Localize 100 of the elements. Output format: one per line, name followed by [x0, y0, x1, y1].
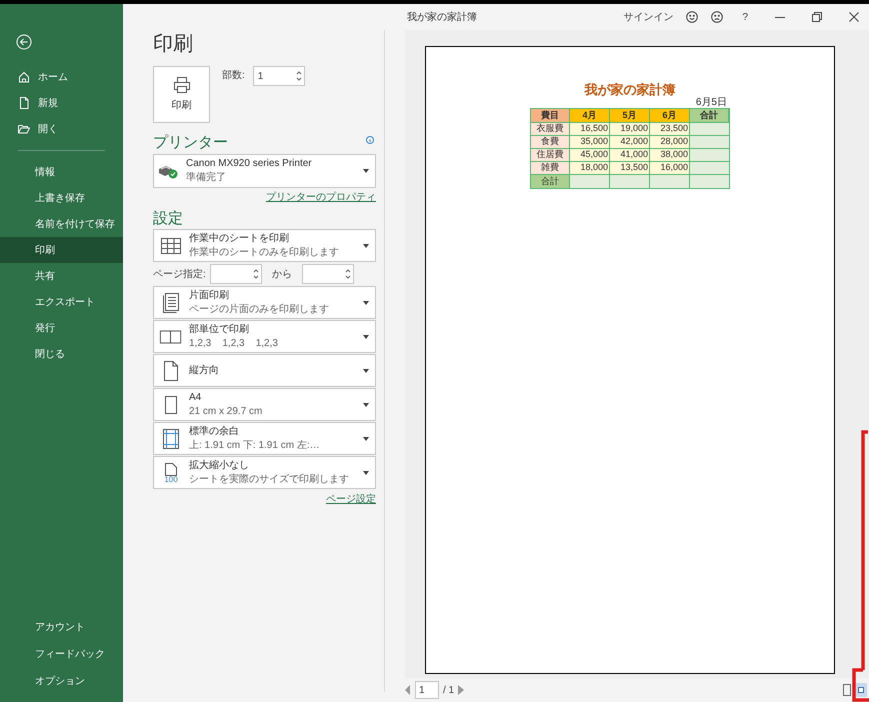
sidebar-item[interactable]: 名前を付けて保存 — [0, 211, 123, 237]
info-icon[interactable] — [366, 136, 374, 144]
printer-icon — [172, 76, 190, 94]
home-icon — [18, 71, 30, 83]
option-title: 部単位で印刷 — [189, 322, 250, 336]
page-range-label: ページ指定: — [153, 268, 206, 282]
table-cell: 13,500 — [610, 162, 650, 175]
dropdown-caret-icon — [363, 300, 369, 304]
page-icon — [163, 360, 179, 382]
spinner-arrows-icon — [344, 268, 351, 280]
previous-page-icon[interactable] — [405, 685, 411, 695]
smiley-icon[interactable] — [686, 11, 698, 23]
table-cell: 16,000 — [650, 162, 690, 175]
settings-dropdown[interactable]: 縦方向 — [153, 354, 376, 387]
dropdown-caret-icon — [363, 169, 369, 173]
folder-icon — [18, 123, 30, 135]
table-cell: 16,500 — [570, 123, 610, 136]
table-cell: 衣服費 — [531, 123, 570, 136]
table-cell: 45,000 — [570, 149, 610, 162]
sidebar-item[interactable]: 上書き保存 — [0, 185, 123, 211]
column-header: 費目 — [531, 109, 570, 123]
next-page-icon[interactable] — [458, 685, 464, 695]
table-cell: 食費 — [531, 136, 570, 149]
sidebar-item[interactable]: 新規 — [0, 90, 123, 116]
printer-properties-link[interactable]: プリンターのプロパティ — [266, 190, 376, 205]
settings-dropdown[interactable]: 部単位で印刷 1,2,3 1,2,3 1,2,3 — [153, 320, 376, 353]
show-margins-icon[interactable] — [843, 684, 851, 696]
settings-dropdown[interactable]: 作業中のシートを印刷 作業中のシートのみを印刷します — [153, 229, 376, 262]
printer-name: Canon MX920 series Printer — [186, 157, 313, 171]
table-cell: 23,500 — [650, 123, 690, 136]
margins-icon — [162, 428, 180, 450]
page-icon — [164, 394, 178, 414]
sidebar-item[interactable]: オプション — [0, 668, 123, 694]
option-description: シートを実際のサイズで印刷します — [189, 472, 350, 486]
table-cell: 38,000 — [650, 149, 690, 162]
sidebar-item[interactable]: ホーム — [0, 64, 123, 90]
close-icon[interactable] — [849, 12, 859, 22]
column-header: 6月 — [650, 109, 690, 123]
sidebar-item[interactable]: 印刷 — [0, 237, 123, 263]
table-cell: 41,000 — [610, 149, 650, 162]
settings-dropdown[interactable]: 標準の余白 上: 1.91 cm 下: 1.91 cm 左:… — [153, 422, 376, 455]
sidebar-item[interactable]: アカウント — [0, 614, 123, 640]
option-title: 標準の余白 — [189, 424, 240, 438]
page-to-field[interactable] — [302, 264, 354, 284]
table-cell: 35,000 — [570, 136, 610, 149]
spinner-arrows-icon — [252, 268, 259, 280]
option-description: 21 cm x 29.7 cm — [189, 404, 264, 418]
table-cell: 19,000 — [610, 123, 650, 136]
frown-icon[interactable] — [711, 11, 724, 23]
printer-heading: プリンター — [153, 135, 228, 150]
page-count: / 1 — [443, 684, 454, 698]
sheet-title: 我が家の家計簿 — [584, 83, 676, 96]
settings-dropdown[interactable]: A4 21 cm x 29.7 cm — [153, 388, 376, 421]
sidebar-item[interactable]: 情報 — [0, 159, 123, 185]
copies-field[interactable]: 1 — [252, 66, 305, 86]
table-cell: 28,000 — [650, 136, 690, 149]
option-title: A4 — [189, 390, 202, 404]
printer-status: 準備完了 — [186, 171, 227, 185]
dropdown-caret-icon — [363, 368, 369, 372]
dropdown-caret-icon — [363, 244, 369, 248]
zoom-page-icon — [857, 685, 865, 695]
sign-in-link[interactable]: サインイン — [623, 10, 674, 24]
two-pages-icon — [159, 328, 183, 344]
sidebar-item[interactable]: フィードバック — [0, 641, 123, 667]
option-title: 拡大縮小なし — [189, 458, 250, 472]
option-description: 作業中のシートのみを印刷します — [189, 246, 340, 260]
page-setup-link[interactable]: ページ設定 — [326, 492, 376, 507]
column-header: 4月 — [570, 109, 610, 123]
printer-ready-icon — [158, 163, 178, 179]
settings-heading: 設定 — [153, 211, 184, 226]
document-icon — [18, 97, 30, 109]
dropdown-caret-icon — [363, 436, 369, 440]
restore-icon[interactable] — [812, 12, 822, 22]
dropdown-caret-icon — [363, 334, 369, 338]
printer-dropdown[interactable]: Canon MX920 series Printer 準備完了 — [153, 154, 376, 188]
page-heading: 印刷 — [153, 34, 194, 54]
sidebar-item[interactable]: 閉じる — [0, 341, 123, 367]
table-cell — [690, 175, 729, 188]
table-cell: 18,000 — [570, 162, 610, 175]
grid-icon — [160, 236, 182, 254]
table-cell: 住居費 — [531, 149, 570, 162]
print-button[interactable]: 印刷 — [153, 66, 210, 123]
table-cell: 雑費 — [531, 162, 570, 175]
settings-dropdown[interactable]: 片面印刷 ページの片面のみを印刷します — [153, 286, 376, 319]
dropdown-caret-icon — [363, 402, 369, 406]
option-description: 上: 1.91 cm 下: 1.91 cm 左:… — [189, 438, 321, 452]
option-title: 縦方向 — [189, 364, 220, 378]
page-from-field[interactable] — [210, 264, 262, 284]
sidebar-item[interactable]: エクスポート — [0, 289, 123, 315]
help-button[interactable]: ? — [736, 10, 754, 24]
option-description: ページの片面のみを印刷します — [189, 302, 330, 316]
column-header: 合計 — [690, 109, 729, 123]
sidebar-item[interactable]: 発行 — [0, 315, 123, 341]
sidebar-item[interactable]: 共有 — [0, 263, 123, 289]
page-number-field[interactable]: 1 — [415, 681, 439, 699]
settings-dropdown[interactable]: 100 拡大縮小なし シートを実際のサイズで印刷します — [153, 456, 376, 489]
option-title: 片面印刷 — [189, 288, 230, 302]
sidebar-item[interactable]: 開く — [0, 116, 123, 142]
zoom-to-page-button[interactable] — [855, 683, 867, 697]
spinner-arrows-icon — [296, 70, 302, 82]
